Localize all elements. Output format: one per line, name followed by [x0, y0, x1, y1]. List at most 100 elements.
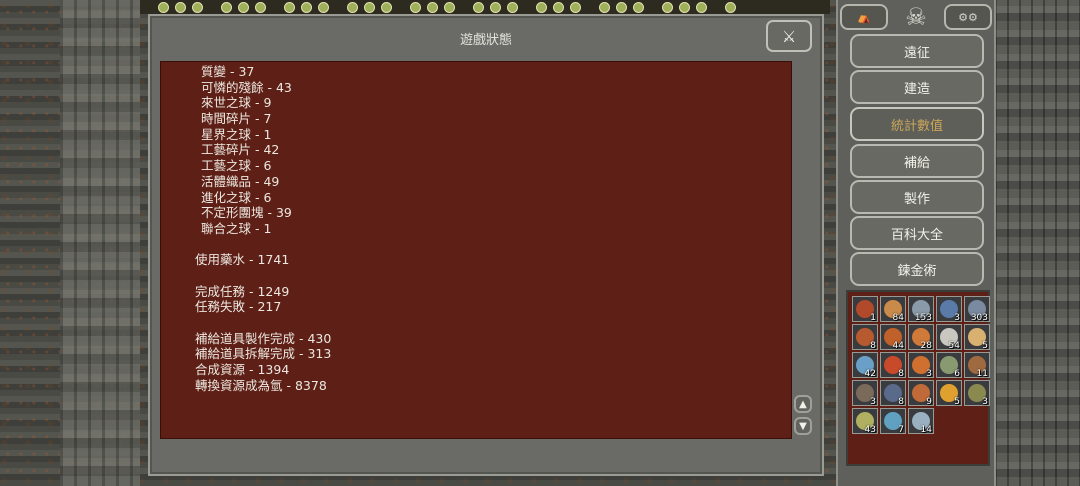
- game-status-dialog: 遊戲狀態 ⚔ 質變 - 37 可憐的殘餘 - 43 來世之球 - 9 時間碎片 - 7…: [148, 14, 824, 476]
- stat-row: 活體織品 - 49: [201, 173, 280, 189]
- stat-row: 使用藥水 - 1741: [195, 252, 290, 268]
- resource-token-icon: [570, 1, 581, 13]
- stat-row: 工藝之球 - 6: [201, 158, 272, 174]
- menu-button[interactable]: 鍊金術: [850, 252, 984, 286]
- inventory-slot[interactable]: 3: [908, 352, 934, 379]
- stats-list: 質變 - 37 可憐的殘餘 - 43 來世之球 - 9 時間碎片 - 7 星界之球 - …: [195, 64, 331, 393]
- resource-token-icon: [679, 1, 690, 13]
- resource-token-icon: [599, 1, 610, 13]
- resource-token-icon: [536, 1, 547, 13]
- menu-button[interactable]: 百科大全: [850, 216, 984, 250]
- item-count: 5: [982, 341, 988, 351]
- stat-row: 任務失敗 - 217: [195, 299, 282, 315]
- stat-row: 時間碎片 - 7: [201, 111, 272, 127]
- inventory-slot[interactable]: 9: [908, 380, 934, 407]
- stat-spacer: [195, 237, 331, 253]
- stat-spacer: [195, 268, 331, 284]
- resource-token-icon: [616, 1, 627, 13]
- inventory-slot[interactable]: 44: [880, 324, 906, 351]
- resource-token-icon: [238, 1, 249, 13]
- inventory-slot[interactable]: 5: [964, 324, 990, 351]
- stat-row: 聯合之球 - 1: [201, 220, 272, 236]
- stat-row: 補給道具製作完成 - 430: [195, 330, 332, 346]
- resource-token-icon: [507, 1, 518, 13]
- crossed-swords-icon: ⚔: [781, 26, 797, 46]
- stat-row: 完成任務 - 1249: [195, 283, 290, 299]
- stat-row: 工藝碎片 - 42: [201, 142, 280, 158]
- resource-token-icon: [347, 1, 358, 13]
- inventory-slot[interactable]: 84: [880, 296, 906, 323]
- menu-button[interactable]: 補給: [850, 144, 984, 178]
- resource-token-icon: [427, 1, 438, 13]
- settings-button[interactable]: ⚙⚙: [944, 4, 992, 30]
- resource-token-icon: [301, 1, 312, 13]
- item-count: 44: [892, 341, 904, 351]
- menu-button[interactable]: 製作: [850, 180, 984, 214]
- item-count: 8: [898, 397, 904, 407]
- stat-row: 質變 - 37: [201, 64, 255, 79]
- inventory-slot[interactable]: 8: [852, 324, 878, 351]
- stat-row: 星界之球 - 1: [201, 126, 272, 142]
- resource-token-icon: [553, 1, 564, 13]
- inventory-slot[interactable]: 6: [936, 352, 962, 379]
- dialog-title: 遊戲狀態: [459, 33, 512, 48]
- stat-row: 轉換資源成為氫 - 8378: [195, 377, 327, 393]
- resource-token-icon: [381, 1, 392, 13]
- item-count: 84: [892, 313, 904, 323]
- resource-token-icon: [318, 1, 329, 13]
- item-count: 54: [948, 341, 960, 351]
- stone-wall-right: [995, 0, 1080, 486]
- inventory-slot[interactable]: 303: [964, 296, 990, 323]
- resource-token-icon: [221, 1, 232, 13]
- menu-button[interactable]: 建造: [850, 70, 984, 104]
- item-count: 3: [870, 397, 876, 407]
- scroll-up-button[interactable]: ▲: [794, 395, 812, 413]
- scrollbar[interactable]: ▲ ▼: [792, 61, 814, 439]
- item-count: 28: [920, 341, 932, 351]
- camp-button[interactable]: ⛺: [840, 4, 888, 30]
- inventory-slot[interactable]: 42: [852, 352, 878, 379]
- item-count: 9: [926, 397, 932, 407]
- inventory-slot[interactable]: 54: [936, 324, 962, 351]
- stat-row: 進化之球 - 6: [201, 189, 272, 205]
- inventory-slot[interactable]: 14: [908, 408, 934, 435]
- resource-token-icon: [364, 1, 375, 13]
- item-count: 43: [864, 425, 876, 435]
- stats-panel[interactable]: 質變 - 37 可憐的殘餘 - 43 來世之球 - 9 時間碎片 - 7 星界之球 - …: [160, 61, 792, 439]
- inventory-slot[interactable]: 1: [852, 296, 878, 323]
- inventory-slot[interactable]: 5: [936, 380, 962, 407]
- skull-icon: ☠: [905, 3, 927, 31]
- resource-token-icon: [490, 1, 501, 13]
- inventory-slot[interactable]: 3: [936, 296, 962, 323]
- inventory-slot[interactable]: 8: [880, 380, 906, 407]
- resource-token-icon: [175, 1, 186, 13]
- inventory-slot[interactable]: 43: [852, 408, 878, 435]
- item-count: 11: [976, 369, 988, 379]
- inventory-slot[interactable]: 28: [908, 324, 934, 351]
- menu-button[interactable]: 統計數值: [850, 107, 984, 141]
- scroll-down-button[interactable]: ▼: [794, 417, 812, 435]
- item-count: 153: [914, 313, 932, 323]
- inventory-slot[interactable]: 7: [880, 408, 906, 435]
- inventory-slot[interactable]: 8: [880, 352, 906, 379]
- side-menu: ⛺ ☠ ⚙⚙ 遠征 建造 統計數值 補給 製作 百科大全 鍊金術 1 84 153 3 303 8 44…: [836, 0, 996, 486]
- inventory-slot[interactable]: 11: [964, 352, 990, 379]
- resource-token-icon: [158, 1, 169, 13]
- item-count: 8: [870, 341, 876, 351]
- resource-token-icon: [255, 1, 266, 13]
- stat-row: 來世之球 - 9: [201, 95, 272, 111]
- stone-wall-left: [60, 0, 140, 486]
- close-button[interactable]: ⚔: [766, 20, 812, 52]
- chevron-down-icon: ▼: [799, 420, 807, 432]
- menu-button[interactable]: 遠征: [850, 34, 984, 68]
- item-count: 6: [954, 369, 960, 379]
- item-count: 5: [954, 397, 960, 407]
- inventory-slot[interactable]: 3: [964, 380, 990, 407]
- inventory-slot[interactable]: 153: [908, 296, 934, 323]
- inventory-slot[interactable]: 3: [852, 380, 878, 407]
- stat-row: 補給道具拆解完成 - 313: [195, 346, 332, 362]
- inventory-grid: 1 84 153 3 303 8 44 28 54 5 42 8 3 6 11 3 8 9 5 3 43 7 14: [846, 290, 990, 466]
- resource-token-icon: [696, 1, 707, 13]
- item-count: 7: [898, 425, 904, 435]
- stat-row: 合成資源 - 1394: [195, 362, 290, 378]
